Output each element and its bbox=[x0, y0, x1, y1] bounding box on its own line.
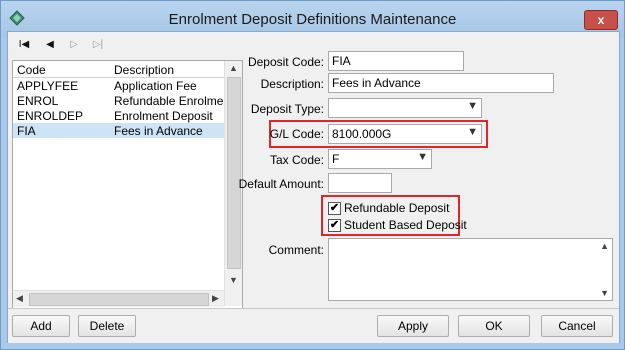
deposit-code-label: Deposit Code: bbox=[247, 55, 324, 69]
list-header: Code Description bbox=[13, 61, 224, 78]
deposit-type-select[interactable]: ▼ bbox=[328, 98, 482, 118]
default-amount-label: Default Amount: bbox=[238, 177, 324, 191]
student-based-deposit-label: Student Based Deposit bbox=[344, 218, 467, 232]
refundable-deposit-checkbox[interactable]: ✔ Refundable Deposit bbox=[328, 201, 449, 215]
row-description: Enrolment Deposit bbox=[114, 109, 213, 123]
row-code: APPLYFEE bbox=[17, 79, 79, 93]
client-area: I◀ ◀ ▷ ▷| Code Description APPLYFEE Appl… bbox=[7, 31, 620, 343]
checkmark-icon[interactable]: ✔ bbox=[328, 218, 341, 232]
previous-record-icon[interactable]: ◀ bbox=[42, 38, 58, 52]
scroll-right-icon[interactable]: ▶ bbox=[212, 293, 219, 304]
next-record-icon[interactable]: ▷ bbox=[66, 38, 82, 52]
comment-textarea[interactable]: ▲ ▼ bbox=[328, 238, 613, 301]
description-label: Description: bbox=[260, 77, 324, 91]
gl-code-value: 8100.000G bbox=[332, 127, 392, 141]
checkmark-icon[interactable]: ✔ bbox=[328, 201, 341, 215]
gl-code-select[interactable]: 8100.000G ▼ bbox=[328, 124, 482, 144]
scroll-left-icon[interactable]: ◀ bbox=[16, 293, 23, 304]
refundable-deposit-label: Refundable Deposit bbox=[344, 201, 450, 215]
list-row[interactable]: APPLYFEE Application Fee bbox=[13, 78, 224, 93]
column-header-code[interactable]: Code bbox=[17, 63, 46, 77]
chevron-down-icon[interactable]: ▼ bbox=[417, 151, 428, 163]
deposit-type-label: Deposit Type: bbox=[250, 102, 324, 116]
scroll-up-icon[interactable]: ▲ bbox=[229, 63, 238, 73]
tax-code-label: Tax Code: bbox=[269, 153, 324, 167]
horizontal-scroll-thumb[interactable] bbox=[29, 293, 209, 306]
window-title: Enrolment Deposit Definitions Maintenanc… bbox=[168, 11, 457, 28]
first-record-icon[interactable]: I◀ bbox=[16, 38, 32, 52]
scroll-down-icon[interactable]: ▼ bbox=[600, 288, 609, 298]
ok-button[interactable]: OK bbox=[458, 315, 530, 337]
list-row[interactable]: ENROLDEP Enrolment Deposit bbox=[13, 108, 224, 123]
deposit-code-field[interactable]: FIA bbox=[328, 51, 464, 71]
row-code: FIA bbox=[17, 124, 36, 138]
student-based-deposit-checkbox[interactable]: ✔ Student Based Deposit bbox=[328, 218, 467, 232]
horizontal-scrollbar[interactable]: ◀ ▶ bbox=[13, 290, 224, 307]
list-row[interactable]: ENROL Refundable Enrolment D bbox=[13, 93, 224, 108]
row-code: ENROLDEP bbox=[17, 109, 84, 123]
row-description: Refundable Enrolment D bbox=[114, 94, 224, 108]
deposit-list[interactable]: Code Description APPLYFEE Application Fe… bbox=[12, 60, 243, 309]
button-bar: Add Delete Apply OK Cancel bbox=[8, 308, 619, 343]
scroll-up-icon[interactable]: ▲ bbox=[600, 241, 609, 251]
list-row-selected[interactable]: FIA Fees in Advance bbox=[13, 123, 224, 138]
add-button[interactable]: Add bbox=[12, 315, 70, 337]
last-record-icon[interactable]: ▷| bbox=[90, 38, 106, 52]
row-description: Application Fee bbox=[114, 79, 197, 93]
cancel-button[interactable]: Cancel bbox=[541, 315, 613, 337]
window: Enrolment Deposit Definitions Maintenanc… bbox=[0, 0, 625, 350]
tax-code-select[interactable]: F ▼ bbox=[328, 149, 432, 169]
description-field[interactable]: Fees in Advance bbox=[328, 73, 554, 93]
chevron-down-icon[interactable]: ▼ bbox=[467, 126, 478, 138]
comment-label: Comment: bbox=[268, 243, 324, 257]
tax-code-value: F bbox=[332, 152, 340, 166]
close-button[interactable]: x bbox=[584, 10, 618, 30]
delete-button[interactable]: Delete bbox=[78, 315, 136, 337]
vertical-scroll-thumb[interactable] bbox=[227, 77, 241, 269]
column-header-description[interactable]: Description bbox=[114, 63, 174, 77]
row-description: Fees in Advance bbox=[114, 124, 203, 138]
gl-code-label: G/L Code: bbox=[269, 127, 324, 141]
chevron-down-icon[interactable]: ▼ bbox=[467, 100, 478, 112]
scroll-down-icon[interactable]: ▼ bbox=[229, 275, 238, 285]
default-amount-field[interactable] bbox=[328, 173, 392, 193]
apply-button[interactable]: Apply bbox=[377, 315, 449, 337]
row-code: ENROL bbox=[17, 94, 59, 108]
